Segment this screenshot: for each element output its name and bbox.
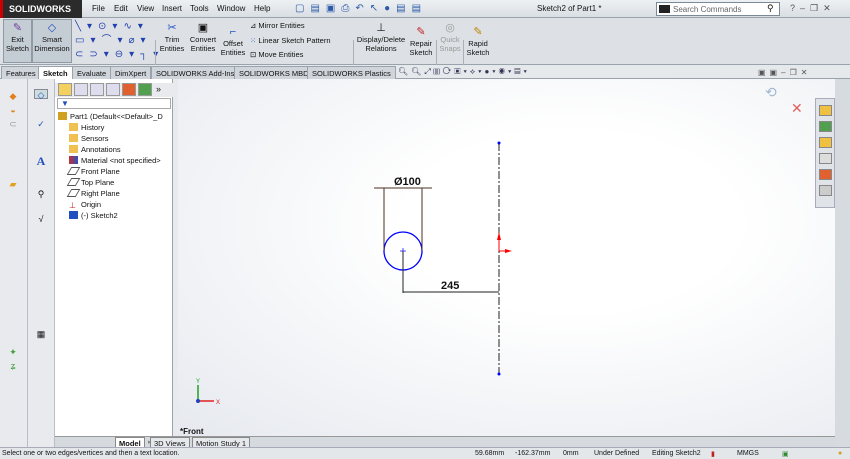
task-pane-tabs <box>815 98 835 208</box>
view-palette-tab[interactable] <box>819 153 832 164</box>
resources-tab[interactable] <box>819 105 832 116</box>
centerline-endpoint <box>497 372 501 376</box>
triad-x-label: X <box>216 400 220 406</box>
custom-properties-tab[interactable] <box>819 185 832 196</box>
status-message: Select one or two edges/vertices and the… <box>2 450 180 457</box>
units-selector[interactable]: MMGS <box>737 450 759 457</box>
sketch-canvas: Y X <box>196 141 512 406</box>
triad-z-axis <box>196 399 200 403</box>
view-orientation-label: *Front <box>180 427 204 436</box>
origin-x-arrow <box>505 249 512 253</box>
status-sketch-state: Under Defined <box>594 450 640 457</box>
confirm-corner-cancel-icon[interactable]: ✕ <box>791 100 803 117</box>
distance-dimension-text[interactable]: 245 <box>441 280 459 292</box>
centerline-endpoint <box>497 141 501 145</box>
appearances-tab[interactable] <box>819 169 832 180</box>
confirm-corner-accept-icon[interactable]: ⟲ <box>765 84 777 101</box>
file-explorer-tab[interactable] <box>819 137 832 148</box>
model-tabs: ◂◂▸▸ Model 3D Views Motion Study 1 <box>55 436 835 448</box>
diameter-dimension-text[interactable]: Ø100 <box>394 176 421 188</box>
design-library-tab[interactable] <box>819 121 832 132</box>
status-x: 59.68mm <box>475 450 505 457</box>
rebuild-indicator-icon: ▮ <box>711 451 715 458</box>
status-z: 0mm <box>563 450 579 457</box>
help-icon[interactable]: ▣ <box>782 450 789 458</box>
status-editing: Editing Sketch2 <box>652 450 701 457</box>
status-bar: Select one or two edges/vertices and the… <box>0 447 850 459</box>
triad-y-label: Y <box>196 379 200 385</box>
status-y: -162.37mm <box>515 450 551 457</box>
notification-icon[interactable]: ● <box>838 450 842 457</box>
